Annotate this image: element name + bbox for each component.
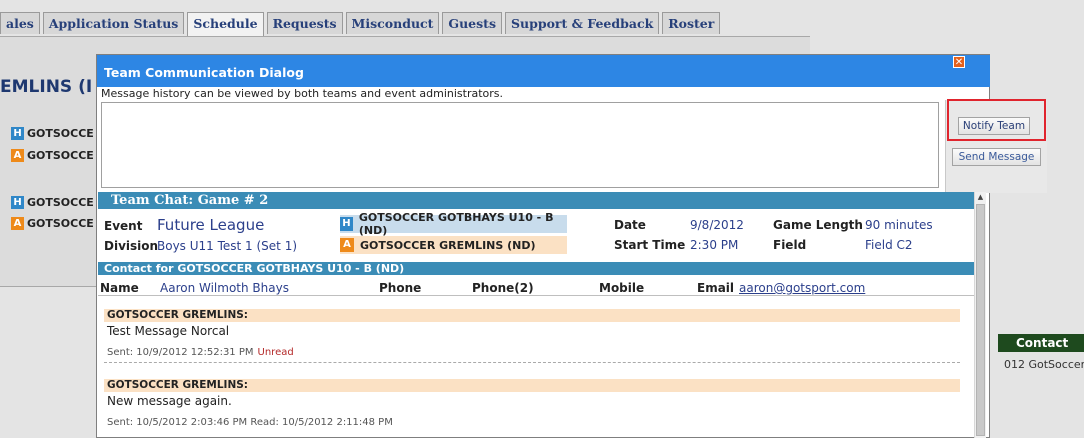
message-status: Unread <box>257 347 294 358</box>
field-label: Field <box>773 238 807 252</box>
divider <box>0 286 98 287</box>
home-badge-icon: H <box>11 126 24 140</box>
home-team-name: GOTSOCCER GOTBHAYS U10 - B (ND) <box>358 211 554 237</box>
event-label: Event <box>104 219 143 233</box>
message-input[interactable] <box>101 102 939 188</box>
tab-misconduct[interactable]: Misconduct <box>345 12 440 34</box>
tab-bar: ales Application Status Schedule Request… <box>0 12 723 37</box>
away-team-line: A GOTSOCCER GREMLINS (ND) <box>340 236 567 254</box>
date-label: Date <box>614 218 646 232</box>
tab-guests[interactable]: Guests <box>442 12 502 34</box>
copyright-text: 012 GotSoccer, <box>1004 358 1084 371</box>
contact-link[interactable]: Contact <box>998 334 1084 352</box>
away-team-name: GOTSOCCER GREMLINS (ND) <box>360 238 536 252</box>
message-divider <box>104 362 960 363</box>
contact-header: Contact for GOTSOCCER GOTBHAYS U10 - B (… <box>98 262 974 275</box>
divider <box>98 295 974 296</box>
start-time-label: Start Time <box>614 238 686 252</box>
message-sender: GOTSOCCER GREMLINS: <box>104 309 960 322</box>
away-badge-icon: A <box>11 216 24 230</box>
contact-email-link[interactable]: aaron@gotsport.com <box>739 281 865 295</box>
game-length-value: 90 minutes <box>865 218 933 232</box>
bg-home-team: H GOTSOCCE <box>11 125 94 141</box>
contact-name-label: Name <box>100 281 139 295</box>
away-badge-icon: A <box>340 238 354 252</box>
message-text: Test Message Norcal <box>107 324 230 338</box>
tab-requests[interactable]: Requests <box>266 12 343 34</box>
message-meta: Sent: 10/5/2012 2:03:46 PM Read: 10/5/20… <box>107 417 393 428</box>
team-chat-panel: Team Chat: Game # 2 Event Future League … <box>98 192 986 438</box>
notify-team-button[interactable]: Notify Team <box>958 117 1030 135</box>
bg-team-name: GOTSOCCE <box>27 126 94 140</box>
tab-roster[interactable]: Roster <box>662 12 721 34</box>
dialog-title: Team Communication Dialog <box>97 55 990 87</box>
tab-support-feedback[interactable]: Support & Feedback <box>505 12 660 34</box>
division-label: Division <box>104 239 159 253</box>
email-label: Email <box>697 281 735 295</box>
scroll-up-icon[interactable]: ▲ <box>975 192 986 203</box>
mobile-label: Mobile <box>599 281 645 295</box>
message-sent-time: Sent: 10/9/2012 12:52:31 PM <box>107 347 254 358</box>
dialog-info-text: Message history can be viewed by both te… <box>101 87 504 100</box>
bg-away-team: A GOTSOCCE <box>11 215 94 231</box>
home-badge-icon: H <box>340 217 353 231</box>
scroll-thumb[interactable] <box>976 204 985 436</box>
tab-schedule[interactable]: Schedule <box>187 12 264 37</box>
team-title: EMLINS (I <box>0 77 93 97</box>
bg-away-team: A GOTSOCCE <box>11 147 94 163</box>
phone-label: Phone <box>379 281 422 295</box>
send-message-button[interactable]: Send Message <box>952 148 1041 166</box>
away-badge-icon: A <box>11 148 24 162</box>
bg-team-name: GOTSOCCE <box>27 148 94 162</box>
chat-header: Team Chat: Game # 2 <box>98 192 974 209</box>
division-value: Boys U11 Test 1 (Set 1) <box>157 239 298 253</box>
message-meta: Sent: 10/9/2012 12:52:31 PM Unread <box>107 347 294 358</box>
game-length-label: Game Length <box>773 218 863 232</box>
home-team-line: H GOTSOCCER GOTBHAYS U10 - B (ND) <box>340 211 567 237</box>
phone2-label: Phone(2) <box>472 281 534 295</box>
chat-scrollbar[interactable]: ▲ <box>974 192 986 438</box>
start-time-value: 2:30 PM <box>690 238 739 252</box>
bg-team-name: GOTSOCCE <box>27 195 94 209</box>
bg-team-name: GOTSOCCE <box>27 216 94 230</box>
close-icon[interactable]: ✕ <box>953 56 965 68</box>
tab-application-status[interactable]: Application Status <box>42 12 185 34</box>
home-badge-icon: H <box>11 195 24 209</box>
message-sender: GOTSOCCER GREMLINS: <box>104 379 960 392</box>
field-value: Field C2 <box>865 238 913 252</box>
message-text: New message again. <box>107 394 232 408</box>
event-value: Future League <box>157 216 265 234</box>
bg-home-team: H GOTSOCCE <box>11 194 94 210</box>
tab-schedules[interactable]: ales <box>0 12 40 34</box>
contact-name-value: Aaron Wilmoth Bhays <box>160 281 289 295</box>
date-value: 9/8/2012 <box>690 218 744 232</box>
